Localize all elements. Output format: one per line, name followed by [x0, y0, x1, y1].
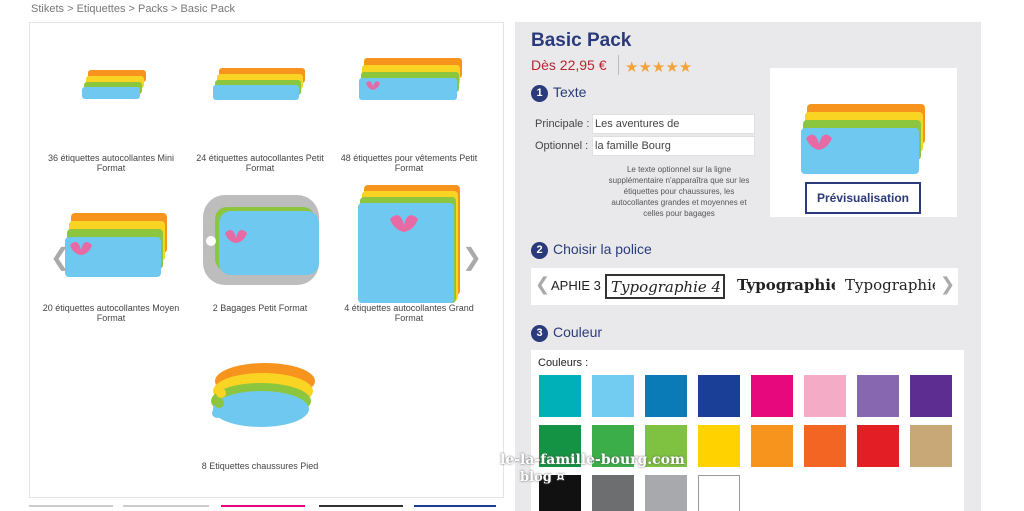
step-number: 2: [531, 242, 548, 259]
color-swatch[interactable]: [592, 475, 634, 511]
gallery-item-petit[interactable]: 24 étiquettes autocollantes Petit Format: [185, 43, 335, 173]
product-thumbnail: [334, 43, 484, 153]
color-swatch[interactable]: [592, 375, 634, 417]
color-swatch[interactable]: [698, 375, 740, 417]
gallery-item-bagages[interactable]: 2 Bagages Petit Format: [185, 193, 335, 313]
gallery-item-vetements[interactable]: 48 étiquettes pour vêtements Petit Forma…: [334, 43, 484, 173]
step-couleur-header: 3 Couleur: [531, 324, 602, 342]
color-swatch[interactable]: [910, 425, 952, 467]
product-thumbnail: [185, 43, 335, 153]
product-thumbnail: [185, 193, 335, 303]
color-swatch[interactable]: [804, 425, 846, 467]
principal-text-input[interactable]: Les aventures de: [592, 114, 755, 134]
step-number: 3: [531, 325, 548, 342]
thumbnail-strip-item[interactable]: [221, 505, 305, 511]
breadcrumb-separator: >: [168, 3, 181, 15]
preview-label-image: [801, 104, 925, 174]
watermark: le-la-famille-bourg.com: [500, 452, 685, 468]
step-number: 1: [531, 85, 548, 102]
product-caption: 48 étiquettes pour vêtements Petit Forma…: [340, 153, 478, 173]
font-next-arrow[interactable]: ❯: [940, 274, 955, 295]
font-prev-arrow[interactable]: ❮: [535, 274, 550, 295]
product-price: Dès 22,95 €: [531, 57, 607, 73]
color-swatch[interactable]: [698, 425, 740, 467]
product-caption: 4 étiquettes autocollantes Grand Format: [344, 303, 474, 323]
product-thumbnail: [185, 351, 335, 461]
color-swatch[interactable]: [751, 425, 793, 467]
price-divider: [618, 55, 619, 75]
thumbnail-strip: [29, 505, 504, 511]
color-swatch[interactable]: [698, 475, 740, 511]
product-caption: 2 Bagages Petit Format: [212, 303, 308, 313]
gallery-item-chaussures[interactable]: 8 Etiquettes chaussures Pied: [185, 351, 335, 471]
label-preview: Prévisualisation: [770, 68, 957, 217]
colors-label: Couleurs :: [538, 357, 589, 369]
step-police-header: 2 Choisir la police: [531, 241, 652, 259]
breadcrumb-current: Basic Pack: [180, 3, 235, 15]
breadcrumb-link-packs[interactable]: Packs: [138, 3, 168, 15]
thumbnail-strip-item[interactable]: [319, 505, 403, 511]
optional-text-input[interactable]: la famille Bourg: [592, 136, 755, 156]
optional-label: Optionnel :: [535, 140, 589, 152]
color-swatch[interactable]: [751, 375, 793, 417]
color-swatch[interactable]: [857, 425, 899, 467]
color-swatch[interactable]: [804, 375, 846, 417]
optional-text-note: Le texte optionnel sur la ligne suppléme…: [608, 165, 750, 218]
breadcrumb-separator: >: [125, 3, 139, 15]
font-carousel: ❮ APHIE 3 Typographie 4 Typographie 5 Ty…: [531, 268, 958, 305]
preview-button[interactable]: Prévisualisation: [805, 182, 921, 214]
color-swatch[interactable]: [645, 375, 687, 417]
color-swatch[interactable]: [539, 375, 581, 417]
color-swatch[interactable]: [910, 375, 952, 417]
thumbnail-strip-item[interactable]: [123, 505, 209, 511]
step-title: Couleur: [553, 324, 603, 340]
breadcrumb: Stikets > Etiquettes > Packs > Basic Pac…: [31, 3, 235, 15]
color-picker: Couleurs :: [531, 350, 964, 511]
product-caption: 8 Etiquettes chaussures Pied: [201, 461, 319, 471]
breadcrumb-link-stikets[interactable]: Stikets: [31, 3, 64, 15]
font-option-selected[interactable]: Typographie 4: [605, 274, 725, 299]
gallery-item-mini[interactable]: 36 étiquettes autocollantes Mini Format: [36, 43, 186, 173]
step-texte-header: 1 Texte: [531, 84, 586, 102]
step-title: Choisir la police: [553, 241, 652, 257]
color-swatch[interactable]: [645, 475, 687, 511]
breadcrumb-separator: >: [64, 3, 77, 15]
product-gallery: 36 étiquettes autocollantes Mini Format …: [29, 22, 504, 498]
thumbnail-strip-item[interactable]: [29, 505, 113, 511]
color-swatch[interactable]: [857, 375, 899, 417]
rating-stars[interactable]: ★★★★★: [625, 58, 692, 76]
product-caption: 20 étiquettes autocollantes Moyen Format: [42, 303, 180, 323]
product-caption: 36 étiquettes autocollantes Mini Format: [47, 153, 175, 173]
font-option[interactable]: Typographie: [845, 274, 935, 299]
thumbnail-strip-item[interactable]: [414, 505, 496, 511]
product-thumbnail: [36, 43, 186, 153]
principal-label: Principale :: [535, 118, 590, 130]
step-title: Texte: [553, 84, 587, 100]
breadcrumb-link-etiquettes[interactable]: Etiquettes: [77, 3, 126, 15]
product-caption: 24 étiquettes autocollantes Petit Format: [196, 153, 324, 173]
gallery-next-arrow[interactable]: ❯: [462, 243, 482, 271]
product-configurator: Basic Pack Dès 22,95 € ★★★★★ 1 Texte Prin…: [515, 22, 981, 511]
gallery-prev-arrow[interactable]: ❮: [50, 243, 70, 271]
font-option[interactable]: APHIE 3: [551, 274, 603, 299]
font-option[interactable]: Typographie 5: [737, 274, 835, 299]
product-title: Basic Pack: [531, 30, 632, 51]
watermark: blog ¤: [520, 470, 565, 485]
